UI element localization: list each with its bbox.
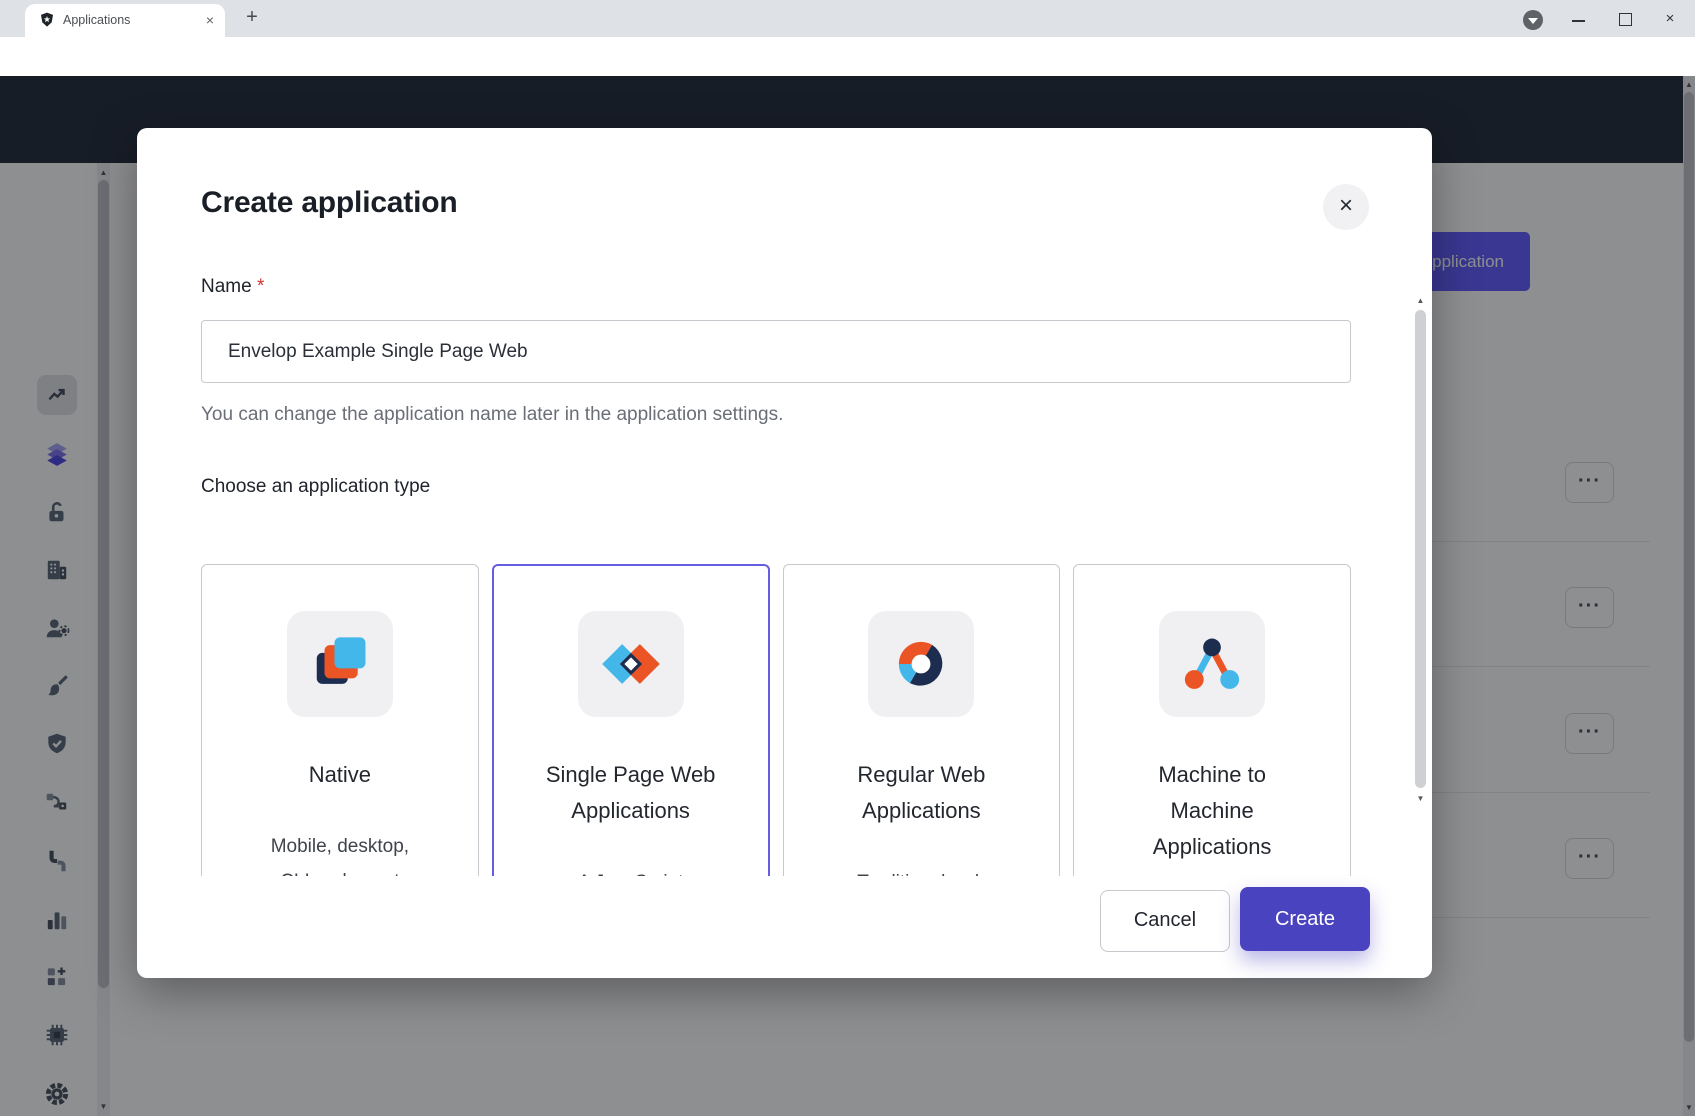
app-type-card-spa[interactable]: Single Page Web Applications A JavaScrip… [492, 564, 770, 876]
browser-titlebar: Applications × + × [0, 0, 1695, 37]
tab-close-icon[interactable]: × [201, 12, 219, 30]
create-application-modal: Create application × Name * You can chan… [137, 128, 1432, 978]
screen: Applications × + × manage.auth0.com/dash… [0, 0, 1695, 1116]
card-description: A JavaScript [494, 865, 768, 876]
browser-tab[interactable]: Applications × [25, 4, 225, 37]
application-name-input[interactable] [201, 320, 1351, 383]
modal-close-button[interactable]: × [1323, 184, 1369, 230]
browser-toolbar: manage.auth0.com/dashboard/eu/dream-watc… [0, 37, 1695, 77]
card-description: Traditional web [784, 865, 1060, 876]
regular-web-app-icon [868, 611, 974, 717]
tab-title: Applications [63, 13, 130, 27]
cancel-button[interactable]: Cancel [1100, 890, 1230, 952]
card-title: Machine to Machine Applications [1074, 757, 1350, 865]
modal-scrollbar-thumb[interactable] [1415, 310, 1426, 788]
m2m-app-icon [1159, 611, 1265, 717]
app-type-card-native[interactable]: Native Mobile, desktop, CLI and smart [201, 564, 479, 876]
create-button[interactable]: Create [1240, 887, 1370, 951]
window-maximize-button[interactable] [1608, 6, 1642, 32]
new-tab-button[interactable]: + [240, 6, 264, 30]
card-title: Native [202, 757, 478, 793]
name-label: Name * [201, 276, 264, 298]
modal-title: Create application [201, 186, 457, 220]
card-description: Mobile, desktop, CLI and smart [202, 829, 478, 876]
application-type-label: Choose an application type [201, 476, 430, 498]
name-help-text: You can change the application name late… [201, 404, 783, 426]
window-close-button[interactable]: × [1653, 6, 1687, 32]
card-title: Regular Web Applications [784, 757, 1060, 829]
application-type-cards: Native Mobile, desktop, CLI and smart [201, 564, 1351, 876]
auth0-favicon [39, 12, 55, 28]
modal-scrollbar[interactable]: ▲ ▼ [1414, 296, 1427, 941]
card-title: Single Page Web Applications [494, 757, 768, 829]
spa-app-icon [578, 611, 684, 717]
window-minimize-button[interactable] [1561, 6, 1595, 32]
app-type-card-regular-web[interactable]: Regular Web Applications Traditional web [783, 564, 1061, 876]
native-app-icon [287, 611, 393, 717]
app-type-card-m2m[interactable]: Machine to Machine Applications [1073, 564, 1351, 876]
modal-scroll-down-icon[interactable]: ▼ [1414, 794, 1427, 803]
modal-scroll-up-icon[interactable]: ▲ [1414, 296, 1427, 305]
required-asterisk: * [257, 276, 264, 297]
chrome-update-icon[interactable] [1523, 10, 1543, 30]
